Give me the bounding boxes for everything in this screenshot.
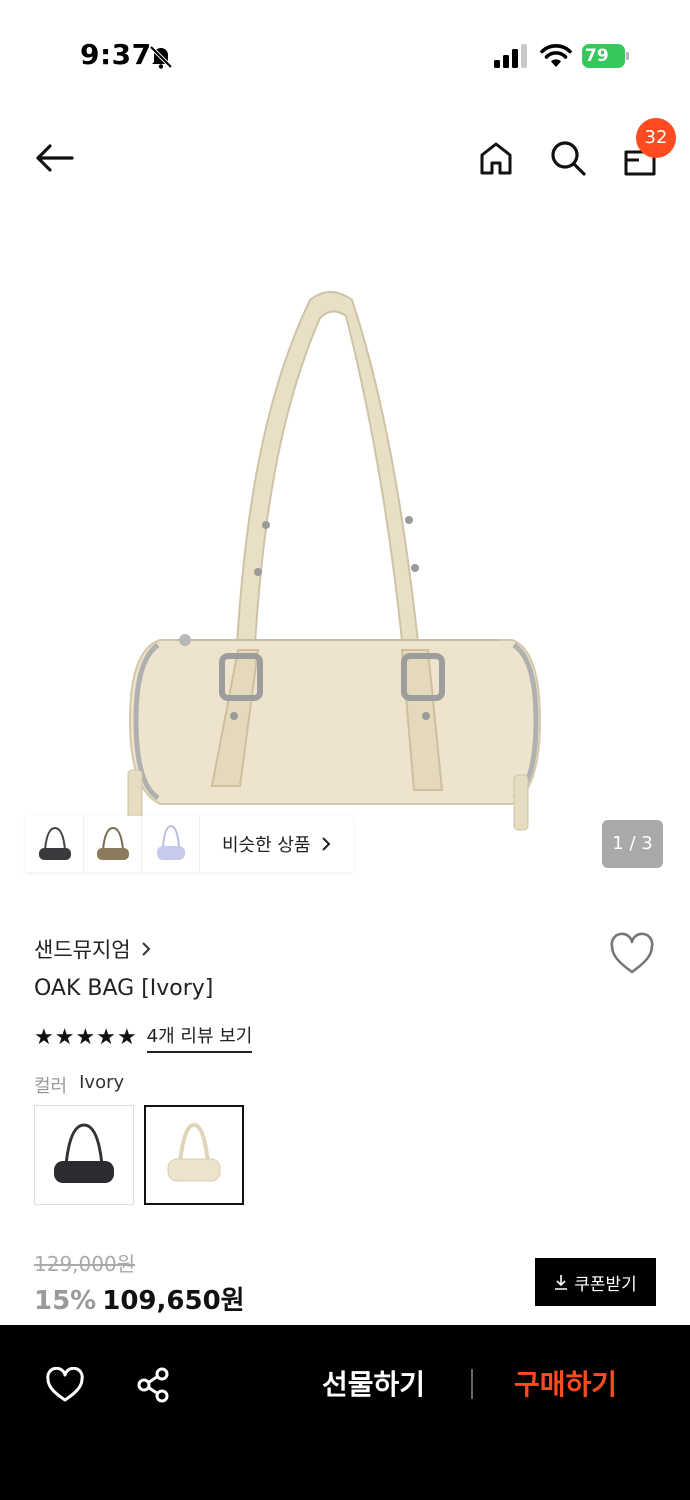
star-icon: ★ (54, 1024, 75, 1050)
heart-outline-icon (46, 1367, 84, 1402)
bag-swatch-black (54, 1123, 114, 1183)
review-link[interactable]: 4개 리뷰 보기 (146, 1022, 253, 1053)
search-button[interactable] (544, 134, 592, 182)
wifi-icon (540, 44, 572, 67)
bag-thumbnail-lavender (156, 824, 185, 860)
buy-button[interactable]: 구매하기 (514, 1363, 617, 1403)
chevron-right-icon (321, 837, 330, 851)
brand-link[interactable]: 샌드뮤지엄 (34, 934, 151, 964)
share-button[interactable] (131, 1363, 175, 1407)
star-icon: ★ (34, 1024, 54, 1050)
color-row: 컬러 Ivory (34, 1072, 124, 1098)
star-icon: ★ (96, 1024, 116, 1050)
bottom-divider (471, 1369, 473, 1399)
sale-price: 109,650원 (102, 1286, 245, 1316)
discount-rate: 15% (34, 1286, 97, 1316)
bag-swatch-ivory (167, 1122, 221, 1182)
color-label: 컬러 (34, 1076, 68, 1097)
bell-slash-icon (149, 45, 173, 69)
search-icon (551, 141, 586, 176)
chevron-right-icon (141, 942, 151, 956)
coupon-button[interactable]: 쿠폰받기 (535, 1258, 656, 1306)
home-icon (480, 142, 512, 175)
status-time: 9:37 (80, 38, 152, 71)
wishlist-button[interactable] (608, 932, 656, 976)
image-pager: 1 / 3 (602, 820, 663, 868)
brand-name: 샌드뮤지엄 (34, 938, 131, 962)
product-image[interactable] (0, 210, 690, 890)
color-swatch-ivory[interactable] (144, 1105, 244, 1205)
battery-cap (626, 52, 629, 60)
gift-button[interactable]: 선물하기 (322, 1363, 425, 1403)
color-swatch-black[interactable] (34, 1105, 134, 1205)
bottom-action-bar: 선물하기 구매하기 (0, 1325, 690, 1500)
share-icon (137, 1367, 169, 1403)
similar-thumb-black[interactable] (26, 816, 84, 872)
arrow-left-icon (36, 144, 74, 172)
color-value: Ivory (79, 1072, 125, 1093)
battery-level: 79 (582, 44, 625, 68)
star-icon: ★ (75, 1024, 96, 1050)
back-button[interactable] (30, 134, 78, 182)
cart-count-badge: 32 (636, 118, 676, 158)
similar-products-label: 비슷한 상품 (222, 835, 311, 856)
similar-products-button[interactable]: 비슷한 상품 (200, 816, 353, 872)
price-row: 15% 109,650원 (34, 1280, 245, 1317)
rating-stars: ★ ★ ★ ★ ★ (34, 1024, 137, 1052)
bag-thumbnail-black (38, 826, 71, 860)
similar-thumb-brown[interactable] (84, 816, 142, 872)
home-button[interactable] (472, 134, 520, 182)
top-nav (0, 110, 690, 210)
product-name: OAK BAG [Ivory] (34, 976, 214, 1001)
star-icon: ★ (116, 1024, 137, 1050)
bag-illustration (127, 291, 542, 831)
cellular-signal-icon (494, 44, 527, 68)
status-bar: 9:37 79 (0, 0, 690, 110)
original-price: 129,000원 (34, 1252, 136, 1276)
download-icon (555, 1275, 568, 1290)
bag-thumbnail-brown (96, 826, 129, 860)
rating-row: ★ ★ ★ ★ ★ 4개 리뷰 보기 (34, 1022, 253, 1053)
similar-products-strip: 비슷한 상품 (26, 816, 353, 872)
heart-outline-icon (610, 932, 654, 974)
bottom-wishlist-button[interactable] (43, 1363, 87, 1407)
battery-indicator: 79 (582, 44, 630, 68)
coupon-label: 쿠폰받기 (574, 1274, 637, 1295)
similar-thumb-lavender[interactable] (142, 816, 200, 872)
